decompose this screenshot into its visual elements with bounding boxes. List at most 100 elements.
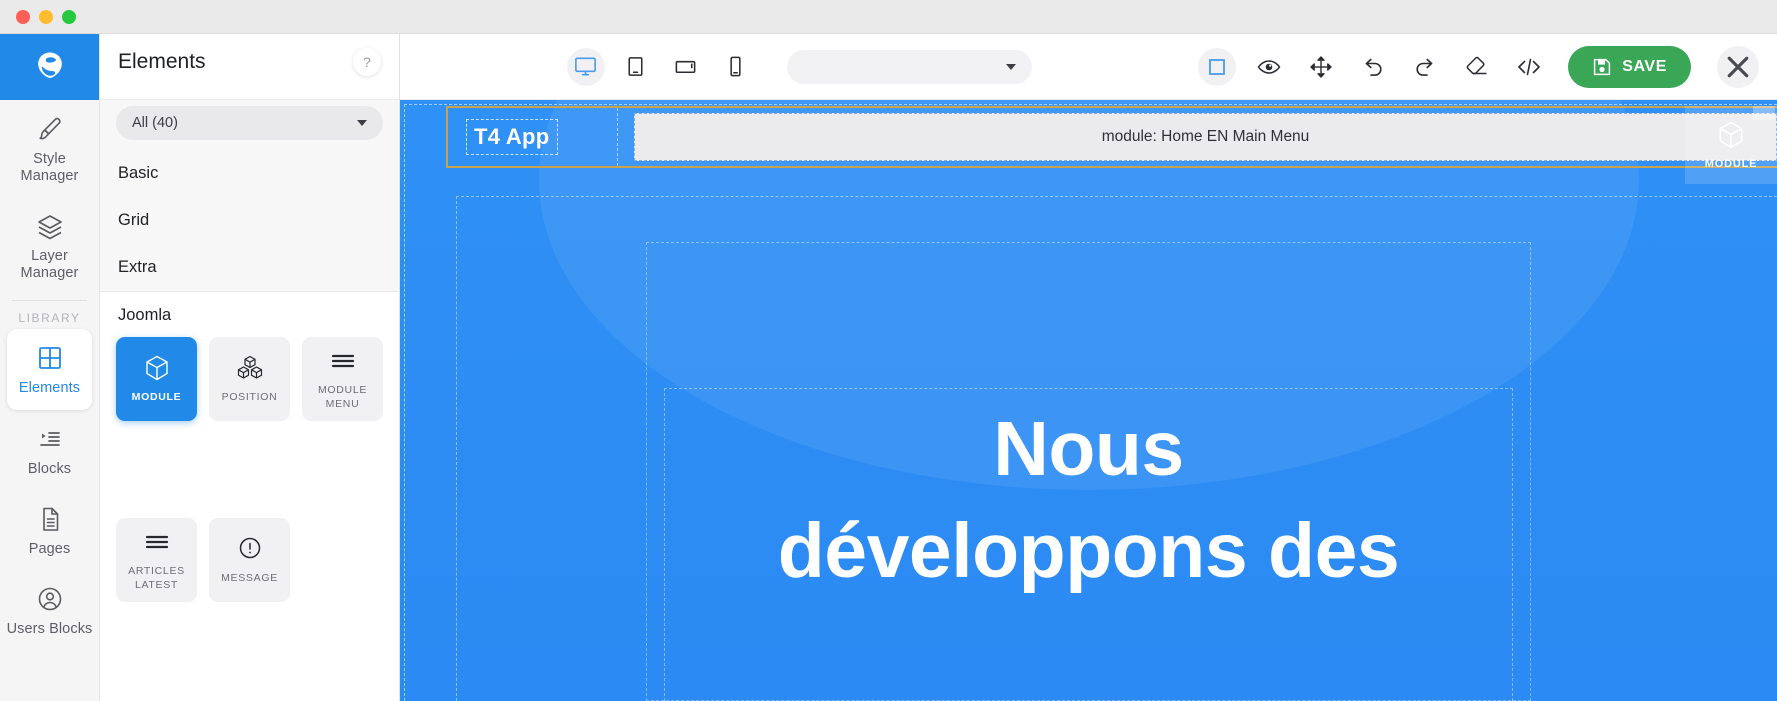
module-placeholder[interactable]: module: Home EN Main Menu [634,113,1777,161]
module-drag-badge-label: MODULE [1704,158,1758,170]
page-document-icon [35,504,65,534]
sidebar-item-elements[interactable]: Elements [7,329,92,410]
blocks-list-icon [35,424,65,454]
undo-icon [1365,58,1382,76]
device-tablet-portrait-button[interactable] [617,48,655,86]
sidebar-item-label: Blocks [27,460,72,477]
app-shell: Style Manager Layer Manager LIBRARY Elem… [0,34,1777,701]
eye-icon [1257,59,1281,74]
element-tile-position[interactable]: POSITION [209,337,290,421]
element-tile-label: ARTICLES LATEST [128,565,185,591]
device-tablet-landscape-button[interactable] [667,48,705,86]
chevron-down-icon [357,120,367,126]
editor-toolbar: SAVE [400,34,1777,100]
rail-divider: LIBRARY [12,300,87,329]
sidebar-item-label: Elements [18,380,81,397]
sidebar-item-layer-manager[interactable]: Layer Manager [0,197,99,294]
hamburger-icon [143,528,171,556]
hero-heading[interactable]: Nous développons des [400,398,1777,603]
element-tile-message[interactable]: MESSAGE [209,518,290,602]
page-canvas[interactable]: T4 App module: Home EN Main Menu MODULE [400,100,1777,701]
device-mobile-button[interactable] [717,48,755,86]
category-basic[interactable]: Basic [100,150,399,197]
element-tile-articles-latest[interactable]: ARTICLES LATEST [116,518,197,602]
floppy-disk-icon [1594,58,1611,75]
cube-icon [143,354,171,382]
element-tile-module[interactable]: MODULE [116,337,197,421]
minimize-window-button[interactable] [39,9,53,24]
hero-heading-line-1: Nous [993,406,1184,492]
module-placeholder-label: module: Home EN Main Menu [1101,128,1310,145]
cube-icon [1719,121,1743,149]
group-title-joomla: Joomla [100,292,399,333]
rail-library-heading: LIBRARY [18,311,81,326]
cubes-stack-icon [236,354,264,382]
desktop-monitor-icon [575,57,597,76]
t4-logo-icon [37,52,62,79]
help-button[interactable]: ? [353,48,381,76]
outline-toggle-button[interactable] [1198,47,1237,86]
grid-squares-icon [35,343,65,373]
element-tile-label: MODULE [131,390,182,403]
sidebar-item-blocks[interactable]: Blocks [0,410,99,490]
left-rail: Style Manager Layer Manager LIBRARY Elem… [0,34,100,701]
code-button[interactable] [1510,48,1548,86]
sidebar-item-users-blocks[interactable]: Users Blocks [0,570,99,650]
tablet-portrait-icon [628,57,643,76]
hamburger-icon [329,347,357,375]
save-button-label: SAVE [1622,57,1667,75]
category-extra[interactable]: Extra [100,244,399,292]
square-outline-icon [1209,58,1226,75]
redo-button[interactable] [1406,48,1444,86]
sidebar-item-label: Pages [28,540,71,557]
element-tile-module-menu[interactable]: MODULE MENU [302,337,383,421]
tablet-landscape-icon [675,60,696,74]
move-arrows-icon [1310,55,1332,78]
element-filter-select[interactable]: All (40) [116,106,383,140]
logo-column[interactable]: T4 App [448,108,618,166]
clear-button[interactable] [1458,48,1496,86]
zoom-window-button[interactable] [62,9,76,24]
sidebar-item-label: Layer Manager [20,248,79,282]
app-logo[interactable] [0,34,99,100]
layers-icon [35,211,65,241]
brush-icon [35,114,65,144]
hero-heading-line-2: développons des [777,508,1400,595]
element-tile-label: MODULE MENU [317,384,368,410]
element-tile-grid: MODULE POSITION MODULE MENU ARTICLES LAT… [100,333,399,701]
header-section-selected[interactable]: T4 App module: Home EN Main Menu [446,106,1777,168]
window-titlebar [0,0,1777,34]
badge-drag-handle[interactable] [1753,106,1775,120]
layout-select[interactable] [786,49,1032,84]
close-window-button[interactable] [16,9,30,24]
category-list: Basic Grid Extra [100,150,399,292]
mobile-phone-icon [730,56,741,77]
device-desktop-button[interactable] [566,47,605,86]
sidebar-item-style-manager[interactable]: Style Manager [0,100,99,197]
element-tile-label: MESSAGE [221,571,278,584]
user-circle-icon [35,584,65,614]
sidebar-item-pages[interactable]: Pages [0,490,99,570]
toolbar-actions: SAVE [1198,45,1759,88]
element-filter-value: All (40) [132,115,178,131]
module-drag-badge[interactable]: MODULE [1685,106,1777,184]
save-button[interactable]: SAVE [1568,45,1691,88]
chevron-down-icon [1005,63,1016,70]
move-button[interactable] [1302,48,1340,86]
page-title: Elements [118,50,206,73]
sidebar-item-label: Style Manager [20,151,79,185]
code-brackets-icon [1518,58,1540,75]
eraser-icon [1466,56,1487,74]
site-logo-text[interactable]: T4 App [466,119,558,155]
preview-button[interactable] [1250,48,1288,86]
undo-button[interactable] [1354,48,1392,86]
close-editor-button[interactable] [1716,45,1759,88]
elements-panel: Elements ? All (40) Basic Grid Extra Joo… [100,34,400,701]
sidebar-item-label: Users Blocks [6,620,93,637]
traffic-lights [16,9,76,24]
category-grid[interactable]: Grid [100,197,399,244]
main-area: SAVE T4 App module: Home EN Main Menu MO… [400,34,1777,701]
redo-icon [1416,58,1433,76]
alert-circle-icon [236,535,264,563]
panel-header: Elements ? [100,34,399,100]
